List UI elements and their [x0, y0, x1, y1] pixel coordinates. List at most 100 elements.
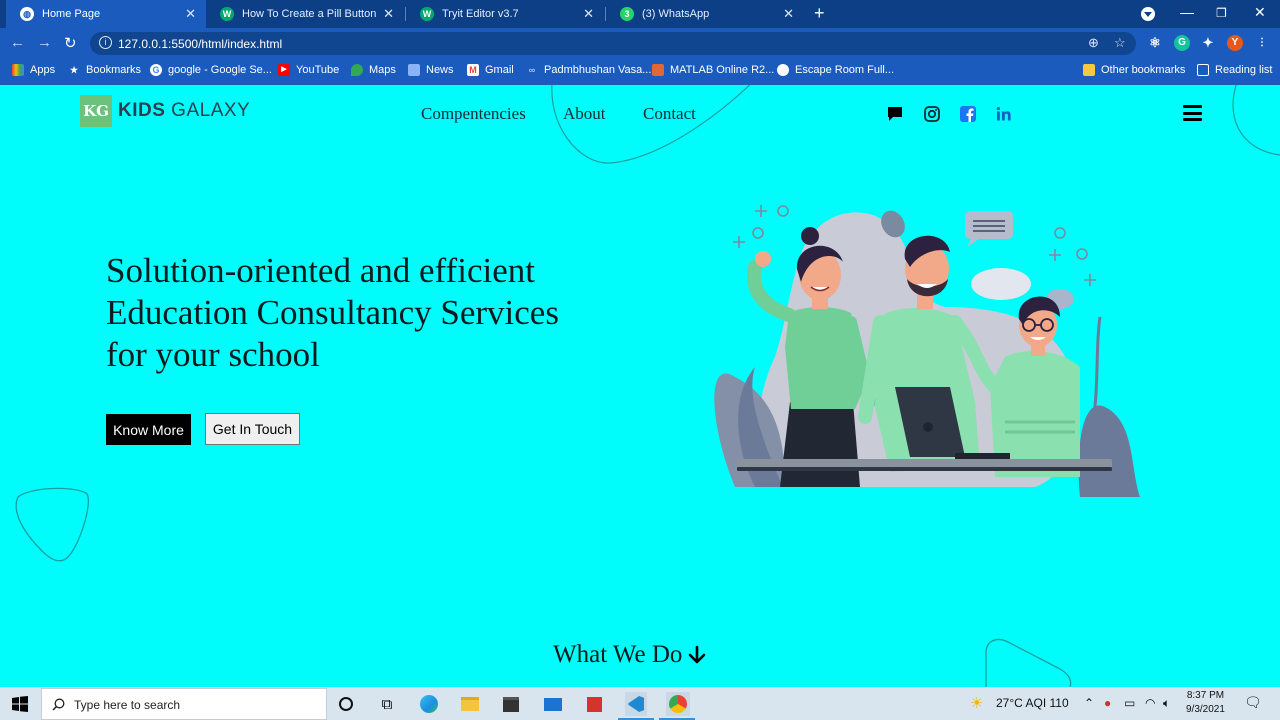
new-tab-button[interactable]: +: [814, 3, 825, 24]
know-more-button[interactable]: Know More: [106, 414, 191, 445]
edge-icon[interactable]: [419, 694, 439, 714]
bookmark-label: Escape Room Full...: [795, 64, 895, 76]
tab-title: (3) WhatsApp: [642, 8, 710, 20]
instagram-icon[interactable]: [923, 105, 941, 123]
windows-taskbar: Type here to search ⧉ ☀ 27°C AQI 110 ⌃ ●…: [0, 687, 1280, 720]
tab-title: Home Page: [42, 8, 101, 20]
close-icon[interactable]: ✕: [583, 6, 594, 22]
mail-icon[interactable]: [543, 694, 563, 714]
nav-link-about[interactable]: About: [563, 104, 606, 124]
battery-icon[interactable]: ▭: [1124, 696, 1135, 710]
clock-time: 8:37 PM: [1186, 690, 1225, 701]
grammarly-icon[interactable]: G: [1174, 35, 1190, 51]
apps-grid-icon: [12, 64, 24, 76]
nav-link-compentencies[interactable]: Compentencies: [421, 104, 526, 124]
bookmark-google[interactable]: Ggoogle - Google Se...: [150, 64, 272, 76]
address-bar[interactable]: i 127.0.0.1:5500/html/index.html ⊕ ☆: [90, 32, 1136, 55]
chrome-icon: [777, 64, 789, 76]
bookmark-youtube[interactable]: ▶ YouTube: [278, 64, 339, 76]
laptop-base: [955, 453, 1010, 459]
hamburger-menu-icon[interactable]: [1183, 105, 1202, 121]
chat-icon[interactable]: [886, 105, 904, 123]
tab-home-page[interactable]: ◍ Home Page ✕: [6, 0, 206, 28]
cloud-bubble: [971, 268, 1031, 300]
taskbar-search-box[interactable]: Type here to search: [41, 688, 327, 720]
folder-icon: [1083, 64, 1095, 76]
reading-list[interactable]: Reading list: [1197, 64, 1272, 76]
info-icon[interactable]: i: [99, 36, 112, 49]
bookmark-matlab[interactable]: MATLAB Online R2...: [652, 64, 774, 76]
site-logo[interactable]: KG KIDS GALAXY: [80, 95, 250, 127]
bookmark-gmail[interactable]: M Gmail: [467, 64, 514, 76]
tab-tryit-editor[interactable]: W Tryit Editor v3.7 ✕: [406, 0, 604, 28]
tab-whatsapp[interactable]: 3 (3) WhatsApp ✕: [606, 0, 804, 28]
bookmark-label: Reading list: [1215, 64, 1273, 76]
volume-icon[interactable]: 🔈︎: [1163, 696, 1170, 711]
profile-avatar[interactable]: Y: [1227, 35, 1243, 51]
vscode-icon[interactable]: [625, 692, 647, 716]
react-devtools-icon[interactable]: ⚛: [1147, 35, 1163, 51]
minimize-button[interactable]: —: [1180, 4, 1194, 20]
bookmark-maps[interactable]: Maps: [351, 64, 396, 76]
person-hand: [755, 251, 771, 267]
extensions-icon[interactable]: ✦: [1200, 35, 1216, 51]
close-icon[interactable]: ✕: [783, 6, 794, 22]
news-icon: [408, 64, 420, 76]
bookmark-news[interactable]: News: [408, 64, 454, 76]
tab-search-button[interactable]: [1141, 7, 1155, 21]
antivirus-icon[interactable]: ●: [1104, 696, 1111, 710]
bookmark-label: Other bookmarks: [1101, 64, 1186, 76]
maps-icon: [351, 64, 363, 76]
hero-illustration: [714, 205, 1140, 497]
search-icon: [52, 698, 65, 711]
tab-title: How To Create a Pill Button: [242, 8, 377, 20]
chrome-taskbar-icon[interactable]: [666, 692, 690, 716]
system-clock[interactable]: 8:37 PM 9/3/2021: [1186, 689, 1225, 717]
window-close-button[interactable]: ✕: [1254, 4, 1266, 21]
reload-button[interactable]: ↻: [64, 34, 77, 52]
star-icon: ★: [69, 65, 79, 75]
store-icon[interactable]: [501, 694, 521, 714]
bookmark-escape-room[interactable]: Escape Room Full...: [777, 64, 894, 76]
close-icon[interactable]: ✕: [383, 6, 394, 22]
linkedin-icon[interactable]: [995, 105, 1013, 123]
cortana-icon[interactable]: [336, 694, 356, 714]
file-explorer-icon[interactable]: [460, 694, 480, 714]
show-hidden-icons[interactable]: ⌃: [1084, 696, 1094, 710]
clock-date: 9/3/2021: [1186, 704, 1225, 715]
tab-pill-button[interactable]: W How To Create a Pill Button ✕: [206, 0, 404, 28]
notification-icon[interactable]: 🗨︎: [1244, 694, 1262, 711]
bookmark-label: google - Google Se...: [168, 64, 272, 76]
close-icon[interactable]: ✕: [185, 6, 196, 22]
facebook-icon[interactable]: [959, 105, 977, 123]
weather-text[interactable]: 27°C AQI 110: [996, 696, 1069, 710]
weather-icon[interactable]: ☀: [970, 694, 983, 712]
star-icon[interactable]: ☆: [1114, 35, 1126, 51]
network-icon[interactable]: ◠: [1145, 696, 1155, 710]
restore-button[interactable]: ❐: [1216, 6, 1227, 20]
task-view-icon[interactable]: ⧉: [377, 694, 397, 714]
zoom-icon[interactable]: ⊕: [1088, 35, 1099, 51]
hero-title: Solution-oriented and efficient Educatio…: [106, 251, 559, 374]
menu-dots-icon[interactable]: ⋮: [1254, 35, 1270, 51]
other-bookmarks[interactable]: Other bookmarks: [1083, 64, 1185, 76]
link-icon: ∞: [528, 65, 536, 75]
nav-link-contact[interactable]: Contact: [643, 104, 696, 124]
logo-bold-text: KIDS: [118, 100, 166, 121]
gmail-icon: M: [467, 64, 479, 76]
bookmark-apps[interactable]: Apps: [12, 64, 55, 76]
bookmark-padmbhushan[interactable]: ∞ Padmbhushan Vasa...: [526, 64, 652, 76]
w3schools-icon: W: [420, 7, 434, 21]
triangle-outline-shape: [985, 638, 1072, 687]
bookmark-label: Bookmarks: [86, 64, 142, 76]
search-placeholder: Type here to search: [74, 698, 181, 712]
arrow-down-icon[interactable]: [688, 645, 706, 665]
get-in-touch-button[interactable]: Get In Touch: [205, 413, 300, 445]
url-text[interactable]: 127.0.0.1:5500/html/index.html: [118, 37, 282, 51]
forward-button[interactable]: →: [37, 34, 52, 51]
back-button[interactable]: ←: [10, 34, 25, 51]
gift-icon[interactable]: [584, 694, 604, 714]
bookmark-bookmarks[interactable]: ★ Bookmarks: [68, 64, 141, 76]
windows-start-icon[interactable]: [12, 696, 28, 712]
w3schools-icon: W: [220, 7, 234, 21]
